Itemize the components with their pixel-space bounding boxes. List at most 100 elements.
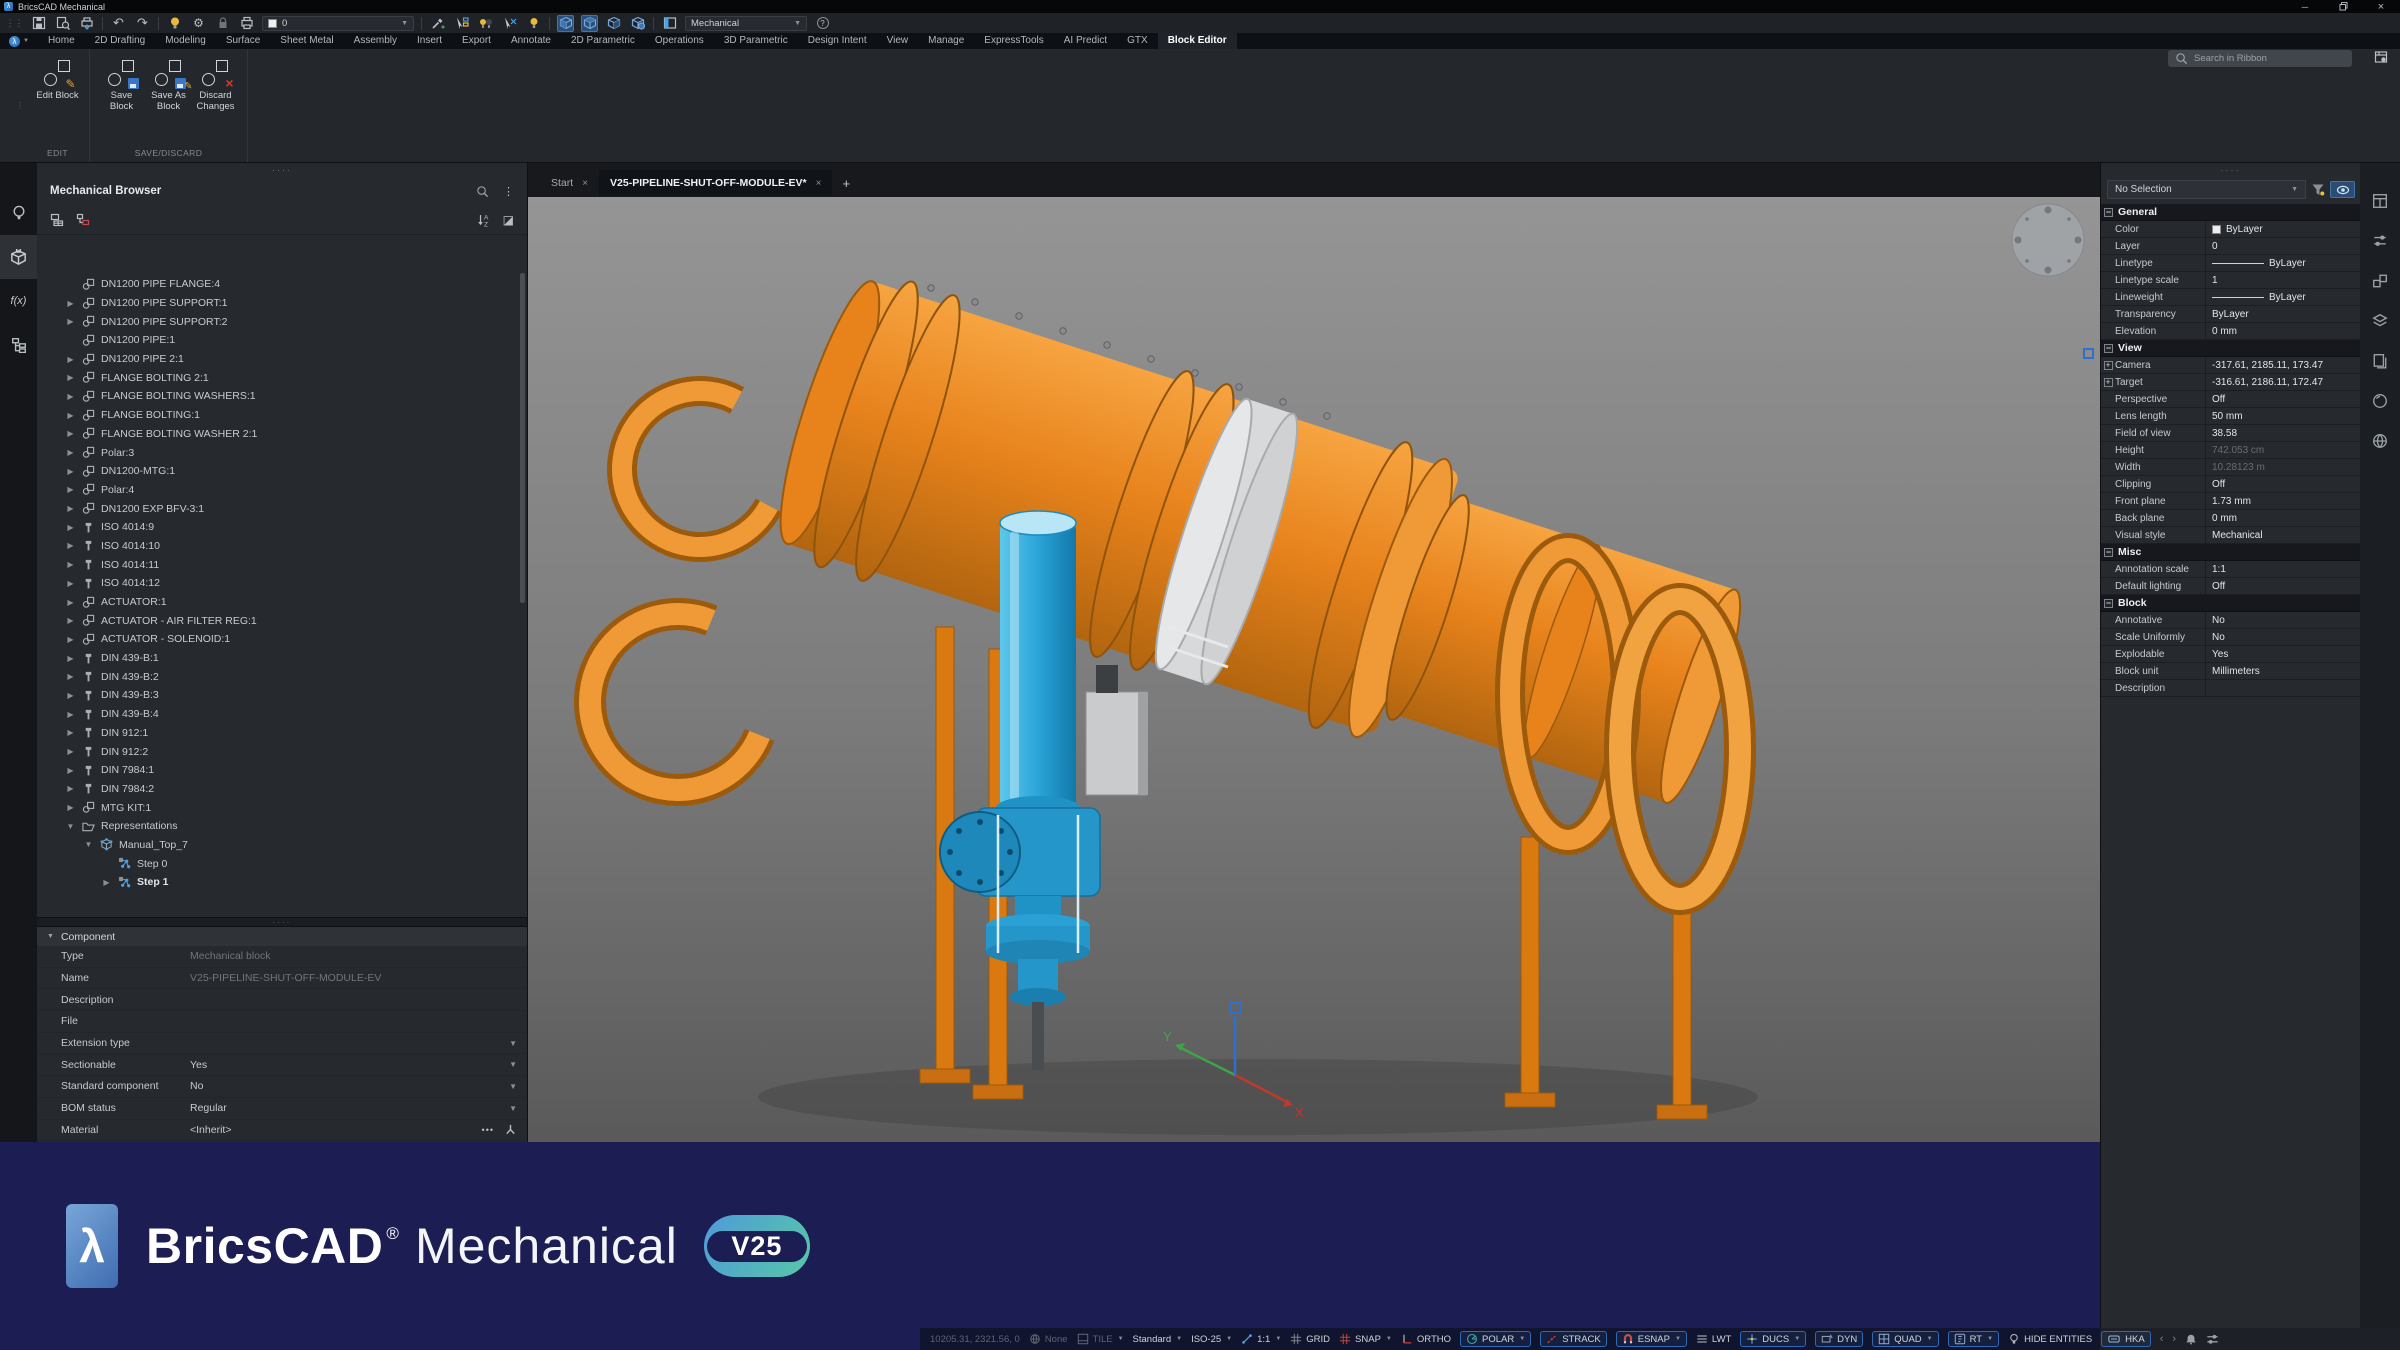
cube-world-icon[interactable]: [629, 15, 646, 32]
tree-item[interactable]: ▶ Polar:3: [37, 443, 527, 462]
tree-item[interactable]: Step 0: [37, 854, 527, 873]
fx-icon[interactable]: f(x): [0, 279, 37, 323]
ribbon-search-input[interactable]: Search in Ribbon: [2168, 50, 2352, 67]
tab-2d-drafting[interactable]: 2D Drafting: [85, 33, 156, 49]
expand-arrow-icon[interactable]: ▶: [65, 691, 76, 700]
expand-arrow-icon[interactable]: ▶: [65, 598, 76, 607]
collapse-icon[interactable]: −: [2104, 598, 2113, 608]
status-hide-entities[interactable]: HIDE ENTITIES: [2008, 1331, 2092, 1347]
mechanical-combo[interactable]: Mechanical ▼: [685, 15, 807, 31]
cube-front-icon[interactable]: [557, 14, 574, 32]
model-canvas[interactable]: Y X: [528, 197, 2100, 1142]
property-value[interactable]: 742.053 cm: [2206, 442, 2360, 458]
save-block-button[interactable]: Save Block: [98, 49, 145, 148]
restore-button[interactable]: [2324, 1, 2362, 12]
expand-arrow-icon[interactable]: ▶: [65, 392, 76, 401]
status-rt[interactable]: RT ▼: [1947, 1331, 2000, 1347]
expand-arrow-icon[interactable]: ▶: [101, 878, 112, 887]
expand-arrow-icon[interactable]: ▼: [65, 822, 76, 831]
status-esnap[interactable]: ESNAP ▼: [1615, 1331, 1687, 1347]
tree-item[interactable]: ▶ DIN 439-B:3: [37, 686, 527, 705]
panel-splitter[interactable]: ····: [37, 917, 527, 927]
tree-item[interactable]: ▶ DIN 912:1: [37, 724, 527, 743]
world-icon[interactable]: [2372, 433, 2388, 449]
tab-sheet-metal[interactable]: Sheet Metal: [270, 33, 343, 49]
property-value[interactable]: <Inherit>: [190, 1124, 482, 1136]
tools-icon[interactable]: [2372, 233, 2388, 249]
status-grid[interactable]: GRID: [1290, 1331, 1330, 1347]
save-icon[interactable]: [30, 15, 47, 32]
cube-iso-icon[interactable]: [581, 14, 598, 32]
expand-arrow-icon[interactable]: ▶: [65, 672, 76, 681]
tree-item[interactable]: ▶ DIN 439-B:2: [37, 667, 527, 686]
expand-arrow-icon[interactable]: ▶: [65, 560, 76, 569]
status-quad[interactable]: QUAD ▼: [1872, 1331, 1939, 1347]
application-menu-button[interactable]: λ ▼: [0, 35, 38, 47]
chevron-down-icon[interactable]: ▼: [509, 1039, 517, 1048]
status-strack[interactable]: STRACK: [1540, 1331, 1607, 1347]
cursor-box-icon[interactable]: [453, 15, 470, 32]
property-value[interactable]: ByLayer: [2206, 221, 2360, 237]
property-value[interactable]: 38.58: [2206, 425, 2360, 441]
property-value[interactable]: No: [2206, 629, 2360, 645]
expand-arrow-icon[interactable]: ▶: [65, 784, 76, 793]
tree-item[interactable]: ▶ DN1200 PIPE SUPPORT:2: [37, 312, 527, 331]
expand-arrow-icon[interactable]: ▶: [65, 803, 76, 812]
expand-arrow-icon[interactable]: ▶: [65, 467, 76, 476]
tree-item[interactable]: ▶ FLANGE BOLTING 2:1: [37, 368, 527, 387]
expand-arrow-icon[interactable]: ▶: [65, 429, 76, 438]
expand-arrow-icon[interactable]: ▶: [65, 766, 76, 775]
status-chevron-right-icon[interactable]: ›: [2172, 1331, 2176, 1347]
property-value[interactable]: 0: [2206, 238, 2360, 254]
status-tile[interactable]: TILE ▼: [1077, 1331, 1124, 1347]
chevron-down-icon[interactable]: ▼: [509, 1082, 517, 1091]
tree-item[interactable]: ▶ DIN 7984:1: [37, 761, 527, 780]
chevron-down-icon[interactable]: ▼: [1176, 1336, 1182, 1342]
expand-arrow-icon[interactable]: ▶: [65, 579, 76, 588]
expand-arrow-icon[interactable]: ▶: [65, 635, 76, 644]
expand-arrow-icon[interactable]: ▶: [65, 523, 76, 532]
search-icon[interactable]: [476, 185, 489, 198]
tree-item[interactable]: ▶ DN1200 PIPE 2:1: [37, 350, 527, 369]
tree-item[interactable]: ▶ DIN 439-B:4: [37, 705, 527, 724]
chevron-down-icon[interactable]: ▼: [1386, 1336, 1392, 1342]
expand-arrow-icon[interactable]: ▶: [65, 504, 76, 513]
property-value[interactable]: Off: [2206, 578, 2360, 594]
status-bell-icon[interactable]: [2185, 1331, 2197, 1347]
status-ducs[interactable]: DUCS ▼: [1740, 1331, 1807, 1347]
status-hka[interactable]: HKA: [2101, 1331, 2151, 1347]
property-value[interactable]: ByLayer: [2206, 289, 2360, 305]
0-combo[interactable]: 0 ▼: [262, 15, 414, 31]
tab-operations[interactable]: Operations: [645, 33, 714, 49]
expand-arrow-icon[interactable]: ▼: [83, 840, 94, 849]
selection-dropdown[interactable]: No Selection ▼: [2107, 180, 2306, 199]
tree-item[interactable]: ▶ FLANGE BOLTING:1: [37, 406, 527, 425]
tab-expresstools[interactable]: ExpressTools: [974, 33, 1053, 49]
property-value[interactable]: No: [2206, 612, 2360, 628]
minimize-button[interactable]: ─: [2286, 2, 2324, 12]
chevron-down-icon[interactable]: ▼: [1675, 1336, 1681, 1342]
tree-item[interactable]: ▶ ISO 4014:9: [37, 518, 527, 537]
document-tab-start[interactable]: Start ×: [540, 170, 599, 196]
close-button[interactable]: ×: [2362, 1, 2400, 13]
tab-2d-parametric[interactable]: 2D Parametric: [561, 33, 645, 49]
property-value[interactable]: Millimeters: [2206, 663, 2360, 679]
grip-icon[interactable]: ⋮⋮: [6, 15, 24, 32]
filter-icon[interactable]: [2311, 183, 2325, 197]
expand-arrow-icon[interactable]: ▶: [65, 373, 76, 382]
materials-icon[interactable]: [2372, 393, 2388, 409]
status-lwt[interactable]: LWT: [1696, 1331, 1731, 1347]
structure-icon[interactable]: [0, 323, 37, 367]
close-icon[interactable]: ×: [816, 178, 822, 189]
tab-3d-parametric[interactable]: 3D Parametric: [714, 33, 798, 49]
property-value[interactable]: Mechanical: [2206, 527, 2360, 543]
expand-arrow-icon[interactable]: ▶: [65, 411, 76, 420]
property-value[interactable]: Yes: [190, 1059, 509, 1071]
tab-annotate[interactable]: Annotate: [501, 33, 561, 49]
expand-arrow-icon[interactable]: ▶: [65, 541, 76, 550]
tree-item[interactable]: DN1200 PIPE:1: [37, 331, 527, 350]
tab-gtx[interactable]: GTX: [1117, 33, 1158, 49]
blocks-icon[interactable]: [2372, 273, 2388, 289]
status-snap[interactable]: SNAP ▼: [1339, 1331, 1392, 1347]
publish-icon[interactable]: [78, 15, 95, 32]
